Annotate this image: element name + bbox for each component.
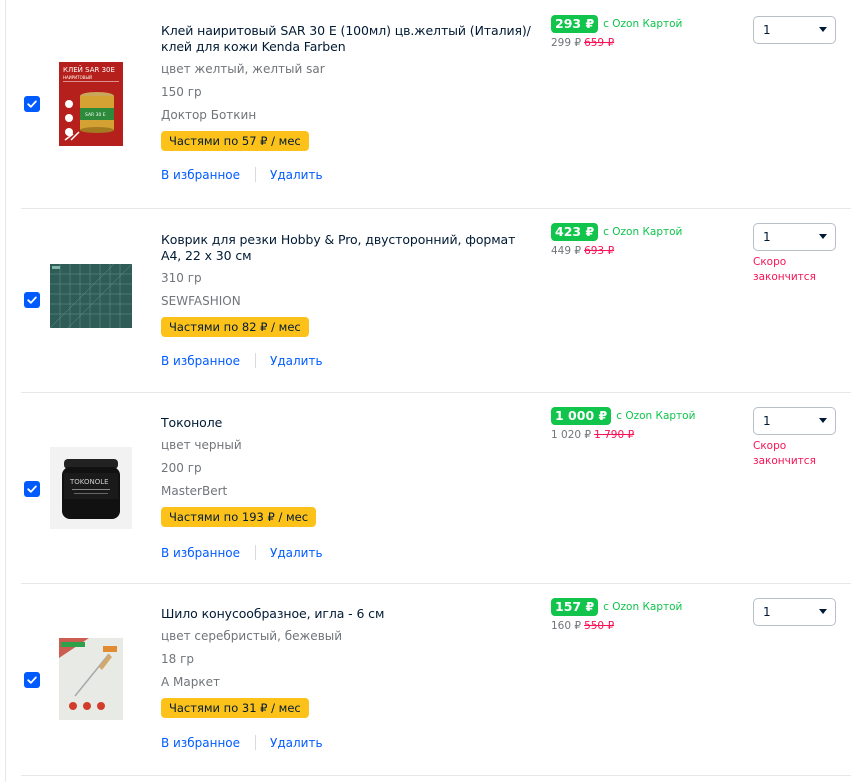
item-actions: В избранное Удалить — [161, 353, 531, 368]
product-title[interactable]: Коврик для резки Hobby & Pro, двусторонн… — [161, 232, 531, 264]
item-checkbox[interactable] — [24, 96, 40, 112]
ozon-card-label: с Ozon Картой — [603, 601, 683, 613]
item-info: Клей наиритовый SAR 30 E (100мл) цв.желт… — [161, 23, 531, 182]
old-price: 659 ₽ — [584, 37, 615, 49]
price-block: 423 ₽ с Ozon Картой 449 ₽693 ₽ — [551, 223, 682, 257]
item-actions: В избранное Удалить — [161, 735, 531, 750]
product-seller: Доктор Боткин — [161, 108, 257, 122]
check-icon — [27, 296, 37, 304]
add-to-favorites-link[interactable]: В избранное — [161, 736, 240, 750]
item-checkbox[interactable] — [24, 672, 40, 688]
product-color: цвет серебристый, бежевый — [161, 629, 343, 643]
ozon-card-price: 157 ₽ — [551, 598, 599, 616]
old-price: 1 790 ₽ — [594, 429, 635, 441]
add-to-favorites-link[interactable]: В избранное — [161, 546, 240, 560]
ozon-card-price: 1 000 ₽ — [551, 407, 612, 425]
item-checkbox[interactable] — [24, 292, 40, 308]
quantity-value: 1 — [763, 23, 771, 37]
ozon-card-price: 423 ₽ — [551, 223, 599, 241]
item-info: Коврик для резки Hobby & Pro, двусторонн… — [161, 232, 531, 368]
thumb-text: SAR 30 E — [85, 112, 106, 118]
quantity-value: 1 — [763, 605, 771, 619]
price-block: 1 000 ₽ с Ozon Картой 1 020 ₽1 790 ₽ — [551, 407, 695, 441]
divider — [255, 353, 257, 368]
quantity-value: 1 — [763, 414, 771, 428]
price-block: 293 ₽ с Ozon Картой 299 ₽659 ₽ — [551, 15, 682, 49]
old-price: 693 ₽ — [584, 245, 615, 257]
old-price: 550 ₽ — [584, 620, 615, 632]
product-seller: SEWFASHION — [161, 294, 241, 308]
divider — [255, 735, 257, 750]
divider — [255, 545, 257, 560]
divider — [21, 775, 851, 776]
cart-item: КЛЕЙ SAR 30E НАИРИТОВЫЙ SAR 30 E Клей на… — [6, 0, 851, 209]
cart-item: TOKONOLE Токоноле цвет черный 200 гр Mas… — [6, 393, 851, 584]
item-checkbox[interactable] — [24, 481, 40, 497]
product-image[interactable] — [50, 259, 132, 333]
ozon-card-label: с Ozon Картой — [603, 226, 683, 238]
ozon-card-label: с Ozon Картой — [603, 18, 683, 30]
thumb-text: КЛЕЙ SAR 30E — [63, 65, 115, 74]
item-actions: В избранное Удалить — [161, 545, 531, 560]
check-icon — [27, 485, 37, 493]
low-stock-label: Скоро закончится — [753, 256, 816, 283]
check-icon — [27, 100, 37, 108]
installment-badge: Частями по 57 ₽ / мес — [161, 131, 309, 151]
product-title[interactable]: Клей наиритовый SAR 30 E (100мл) цв.желт… — [161, 23, 531, 55]
delete-link[interactable]: Удалить — [270, 168, 323, 182]
chevron-down-icon — [819, 609, 827, 614]
cart-item: Шило конусообразное, игла - 6 см цвет се… — [6, 584, 851, 776]
regular-price: 1 020 ₽ — [551, 429, 592, 441]
product-seller: MasterBert — [161, 484, 228, 498]
low-stock-label: Скоро закончится — [753, 440, 816, 467]
regular-price: 299 ₽ — [551, 37, 582, 49]
quantity-select[interactable]: 1 — [753, 16, 836, 44]
product-color: цвет желтый, желтый sar — [161, 62, 325, 76]
delete-link[interactable]: Удалить — [270, 354, 323, 368]
quantity-value: 1 — [763, 230, 771, 244]
product-seller: А Маркет — [161, 675, 220, 689]
item-actions: В избранное Удалить — [161, 167, 531, 182]
product-color: цвет черный — [161, 438, 242, 452]
item-info: Шило конусообразное, игла - 6 см цвет се… — [161, 606, 531, 750]
thumb-text: TOKONOLE — [69, 478, 109, 486]
ozon-card-price: 293 ₽ — [551, 15, 599, 33]
product-title[interactable]: Токоноле — [161, 415, 531, 431]
divider — [255, 167, 257, 182]
product-weight: 310 гр — [161, 271, 202, 285]
price-block: 157 ₽ с Ozon Картой 160 ₽550 ₽ — [551, 598, 682, 632]
quantity-select[interactable]: 1 — [753, 407, 836, 435]
installment-badge: Частями по 82 ₽ / мес — [161, 317, 309, 337]
product-weight: 200 гр — [161, 461, 202, 475]
quantity-select[interactable]: 1 — [753, 223, 836, 251]
regular-price: 449 ₽ — [551, 245, 582, 257]
product-title[interactable]: Шило конусообразное, игла - 6 см — [161, 606, 531, 622]
chevron-down-icon — [819, 234, 827, 239]
ozon-card-label: с Ozon Картой — [616, 410, 696, 422]
add-to-favorites-link[interactable]: В избранное — [161, 354, 240, 368]
installment-badge: Частями по 31 ₽ / мес — [161, 698, 309, 718]
installment-badge: Частями по 193 ₽ / мес — [161, 507, 317, 527]
product-image[interactable]: КЛЕЙ SAR 30E НАИРИТОВЫЙ SAR 30 E — [59, 62, 123, 146]
delete-link[interactable]: Удалить — [270, 546, 323, 560]
chevron-down-icon — [819, 27, 827, 32]
chevron-down-icon — [819, 418, 827, 423]
thumb-text: НАИРИТОВЫЙ — [63, 75, 92, 80]
item-info: Токоноле цвет черный 200 гр MasterBert Ч… — [161, 415, 531, 560]
quantity-select[interactable]: 1 — [753, 598, 836, 626]
delete-link[interactable]: Удалить — [270, 736, 323, 750]
check-icon — [27, 676, 37, 684]
product-image[interactable] — [59, 638, 123, 720]
product-weight: 150 гр — [161, 85, 202, 99]
product-image[interactable]: TOKONOLE — [50, 447, 132, 529]
product-weight: 18 гр — [161, 652, 195, 666]
cart-item: Коврик для резки Hobby & Pro, двусторонн… — [6, 209, 851, 393]
add-to-favorites-link[interactable]: В избранное — [161, 168, 240, 182]
regular-price: 160 ₽ — [551, 620, 582, 632]
